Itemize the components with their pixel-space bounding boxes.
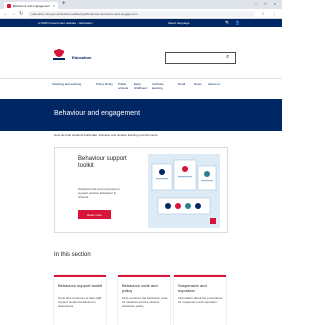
utility-bar: A NSW Government website – Education Sel… xyxy=(0,19,282,27)
section-tile[interactable]: Behaviour code and policy Find out about… xyxy=(118,275,170,325)
favicon-icon xyxy=(7,3,11,8)
browser-tab[interactable]: Behaviour and engagement × xyxy=(4,2,58,9)
section-heading: In this section xyxy=(54,252,91,258)
gov-site-label: A NSW Government website – Education xyxy=(38,21,93,25)
nav-item-news[interactable]: News xyxy=(194,82,204,86)
close-tab-icon[interactable]: × xyxy=(53,3,58,8)
tile-title: Behaviour code and policy xyxy=(122,283,158,293)
feature-card[interactable]: Behaviour support toolkit Practical tool… xyxy=(54,147,228,233)
tile-body: Find out about the behaviour code for st… xyxy=(122,296,168,308)
main-navigation: Teaching and learning Policy library Pub… xyxy=(0,78,282,98)
nav-item-early-childhood[interactable]: Early childhood xyxy=(134,82,150,90)
url-text: education.nsw.gov.au/student-wellbeing/a… xyxy=(31,11,138,16)
language-selector[interactable]: Select language xyxy=(168,21,190,25)
tile-body: Tools and resources to help staff suppor… xyxy=(58,296,102,308)
intro-text: How we help students build safe, inclusi… xyxy=(54,133,159,137)
reload-icon[interactable]: ↻ xyxy=(19,11,23,17)
nav-item-public-schools[interactable]: Public schools xyxy=(118,82,134,90)
tile-title: Behaviour support toolkit xyxy=(58,283,103,288)
new-tab-button[interactable]: + xyxy=(62,1,66,7)
feature-card-title: Behaviour support toolkit xyxy=(78,156,127,169)
site-header: Education ⌕ xyxy=(0,27,282,75)
nav-item-rural[interactable]: Rural xyxy=(178,82,188,86)
tile-title: Suspension and expulsion xyxy=(178,283,207,293)
window-controls[interactable]: – □ × xyxy=(255,1,279,6)
read-more-button[interactable]: Read more xyxy=(78,210,111,219)
address-bar[interactable]: education.nsw.gov.au/student-wellbeing/a… xyxy=(28,10,256,17)
feature-card-body: Practical tools and resources to support… xyxy=(78,187,120,199)
toolkit-illustration xyxy=(148,154,220,228)
page-title: Behaviour and engagement xyxy=(54,110,141,117)
nsw-waratah-logo-icon[interactable] xyxy=(52,48,66,62)
nav-item-teaching[interactable]: Teaching and learning xyxy=(52,82,82,86)
forward-icon[interactable]: → xyxy=(11,11,16,17)
back-icon[interactable]: ← xyxy=(3,11,8,17)
nav-item-policy[interactable]: Policy library xyxy=(96,82,116,86)
search-icon[interactable]: ⌕ xyxy=(226,54,229,61)
section-tile[interactable]: Suspension and expulsion Information abo… xyxy=(174,275,226,325)
tile-body: Information about the procedures for sus… xyxy=(178,296,223,304)
toolbar-icons[interactable]: ☆ ⋮ xyxy=(261,11,279,16)
browser-tab-strip: Behaviour and engagement × + – □ × xyxy=(0,0,282,9)
tab-title: Behaviour and engagement xyxy=(13,3,50,8)
browser-toolbar: ← → ↻ education.nsw.gov.au/student-wellb… xyxy=(0,9,282,19)
utility-icons[interactable]: 🔍 👤 xyxy=(225,20,242,25)
brand-name[interactable]: Education xyxy=(72,55,91,60)
section-tile[interactable]: Behaviour support toolkit Tools and reso… xyxy=(54,275,106,325)
nav-item-about[interactable]: About us xyxy=(208,82,220,86)
nav-item-inclusive[interactable]: Inclusive learning xyxy=(152,82,172,90)
page-hero: Behaviour and engagement xyxy=(0,99,282,131)
